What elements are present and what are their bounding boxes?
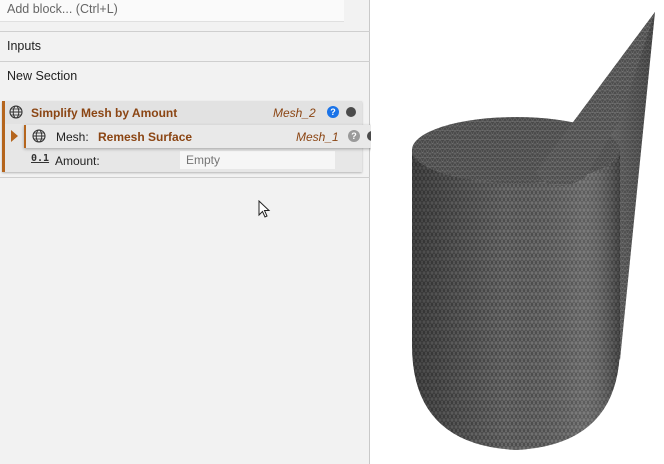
mesh-label: Mesh:: [56, 130, 89, 144]
block-output-name[interactable]: Mesh_2: [273, 106, 316, 120]
3d-viewport[interactable]: [371, 0, 664, 464]
block-editor-panel: Add block... (Ctrl+L) Inputs New Section…: [0, 0, 370, 464]
block-title: Simplify Mesh by Amount: [31, 106, 178, 120]
add-block-placeholder[interactable]: Add block... (Ctrl+L): [7, 2, 118, 16]
divider: [0, 177, 370, 178]
divider: [0, 31, 370, 32]
mesh-output-name[interactable]: Mesh_1: [296, 130, 339, 144]
status-dot-icon[interactable]: [346, 107, 356, 117]
globe-icon: [32, 129, 46, 143]
section-new-section[interactable]: New Section: [7, 69, 77, 83]
globe-icon: [9, 105, 23, 119]
add-block-search[interactable]: Add block... (Ctrl+L): [0, 0, 344, 22]
block-header[interactable]: Simplify Mesh by Amount Mesh_2 ?: [5, 101, 362, 124]
expand-arrow-icon[interactable]: [11, 130, 18, 142]
mesh-input-row[interactable]: Mesh: Remesh Surface Mesh_1 ?: [24, 125, 386, 148]
mesh-value[interactable]: Remesh Surface: [98, 130, 192, 144]
help-icon[interactable]: ?: [327, 106, 339, 118]
divider: [0, 61, 370, 62]
number-icon: 0.1: [31, 153, 50, 164]
section-inputs[interactable]: Inputs: [7, 39, 41, 53]
help-icon[interactable]: ?: [348, 130, 360, 142]
mesh-preview[interactable]: [371, 0, 664, 464]
mouse-cursor-icon: [258, 200, 271, 218]
amount-label: Amount:: [55, 154, 100, 168]
amount-input[interactable]: [180, 151, 335, 169]
